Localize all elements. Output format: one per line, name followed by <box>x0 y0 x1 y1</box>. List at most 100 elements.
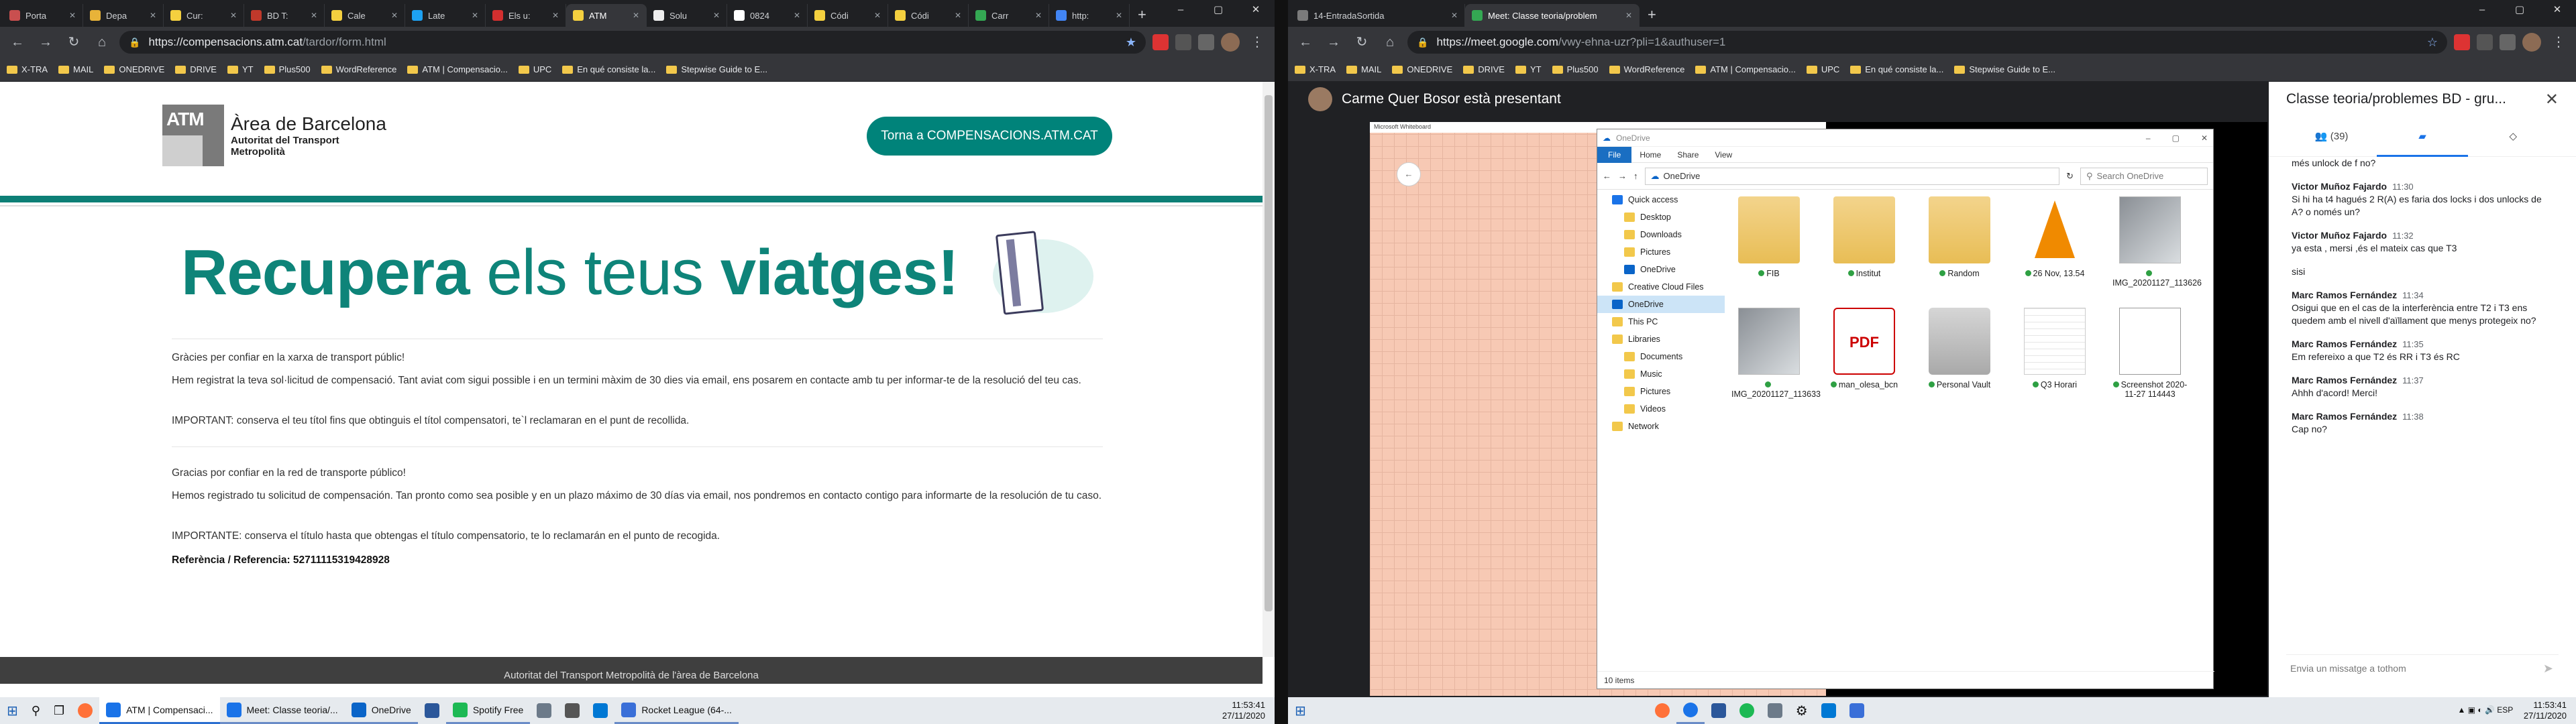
settings-button[interactable]: ⚙ <box>1789 697 1815 724</box>
maximize-icon[interactable]: ▢ <box>1199 0 1237 20</box>
taskbar-app-button[interactable] <box>418 697 446 724</box>
taskbar-app-button[interactable] <box>558 697 586 724</box>
extension-icon[interactable] <box>2454 34 2470 50</box>
bookmark-item[interactable]: DRIVE <box>1463 64 1505 74</box>
browser-tab[interactable]: Carr ✕ <box>969 4 1049 27</box>
bookmark-item[interactable]: En qué consiste la... <box>1850 64 1943 74</box>
send-icon[interactable]: ➤ <box>2543 655 2553 682</box>
reload-icon[interactable]: ↻ <box>1351 32 1373 53</box>
reload-icon[interactable]: ↻ <box>63 32 85 53</box>
close-icon[interactable]: ✕ <box>1625 11 1632 20</box>
address-bar[interactable]: 🔒 https://compensacions.atm.cat/tardor/f… <box>119 31 1146 54</box>
forward-icon[interactable]: → <box>1323 32 1344 53</box>
close-icon[interactable]: ✕ <box>552 11 559 20</box>
browser-tab[interactable]: Porta ✕ <box>3 4 83 27</box>
return-button[interactable]: Torna a COMPENSACIONS.ATM.CAT <box>867 117 1112 156</box>
system-tray[interactable]: ▲ ▣ ◐ 🔊 ESP <box>2458 705 2514 715</box>
tab-activities[interactable]: ◇ <box>2468 117 2559 157</box>
bookmark-item[interactable]: ATM | Compensacio... <box>1695 64 1796 74</box>
browser-tab[interactable]: Els u: ✕ <box>486 4 566 27</box>
close-icon[interactable]: ✕ <box>1451 11 1458 20</box>
bookmark-item[interactable]: YT <box>1515 64 1542 74</box>
extension-icon[interactable] <box>1175 34 1191 50</box>
taskbar-app-button[interactable]: Spotify Free <box>445 697 531 724</box>
avatar[interactable] <box>1221 33 1240 52</box>
close-icon[interactable]: ✕ <box>633 11 639 20</box>
firefox-button[interactable] <box>71 697 99 724</box>
extension-icon[interactable] <box>1198 34 1214 50</box>
spotify-button[interactable] <box>1733 697 1761 724</box>
vscode-button[interactable] <box>1815 697 1843 724</box>
bookmark-item[interactable]: ONEDRIVE <box>104 64 164 74</box>
browser-tab[interactable]: Depa ✕ <box>83 4 164 27</box>
minimize-icon[interactable]: – <box>1162 0 1199 20</box>
taskbar-app-button[interactable] <box>530 697 558 724</box>
bookmark-item[interactable]: MAIL <box>58 64 93 74</box>
close-icon[interactable]: ✕ <box>874 11 881 20</box>
address-bar[interactable]: 🔒 https://meet.google.com/vwy-ehna-uzr?p… <box>1407 31 2447 54</box>
clock[interactable]: 11:53:41 27/11/2020 <box>1222 700 1275 721</box>
clock[interactable]: ▲ ▣ ◐ 🔊 ESP 11:53:41 27/11/2020 <box>2458 700 2576 721</box>
bookmark-item[interactable]: Stepwise Guide to E... <box>666 64 767 74</box>
word-button[interactable] <box>1705 697 1733 724</box>
close-icon[interactable]: ✕ <box>391 11 398 20</box>
taskbar-app-button[interactable]: Rocket League (64-... <box>614 697 739 724</box>
taskbar-app-button[interactable]: Meet: Classe teoria/... <box>219 697 345 724</box>
bookmark-item[interactable]: UPC <box>518 64 551 74</box>
taskbar-app-button[interactable]: OneDrive <box>344 697 418 724</box>
forward-icon[interactable]: → <box>35 32 56 53</box>
close-icon[interactable]: ✕ <box>713 11 720 20</box>
browser-tab[interactable]: 0824 ✕ <box>727 4 808 27</box>
bookmark-item[interactable]: WordReference <box>321 64 396 74</box>
bookmark-item[interactable]: Plus500 <box>264 64 311 74</box>
browser-tab[interactable]: 14-EntradaSortida ✕ <box>1291 4 1465 27</box>
bookmark-item[interactable]: MAIL <box>1346 64 1381 74</box>
bookmark-item[interactable]: X-TRA <box>1295 64 1336 74</box>
home-icon[interactable]: ⌂ <box>1379 32 1401 53</box>
bookmark-item[interactable]: Plus500 <box>1552 64 1599 74</box>
minimize-icon[interactable]: – <box>2463 0 2501 20</box>
edge-button[interactable] <box>1676 697 1705 724</box>
bookmark-item[interactable]: X-TRA <box>7 64 48 74</box>
close-icon[interactable]: ✕ <box>311 11 317 20</box>
extension-icon[interactable] <box>2477 34 2493 50</box>
close-icon[interactable]: ✕ <box>794 11 800 20</box>
taskbar-app-button[interactable]: ATM | Compensaci... <box>99 697 220 724</box>
browser-tab[interactable]: Códi ✕ <box>808 4 888 27</box>
chat-input[interactable]: Envia un missatge a tothom ➤ <box>2286 654 2559 677</box>
bookmark-item[interactable]: YT <box>227 64 254 74</box>
close-icon[interactable]: ✕ <box>150 11 156 20</box>
bookmark-item[interactable]: ONEDRIVE <box>1392 64 1452 74</box>
new-tab-button[interactable]: + <box>1130 4 1155 27</box>
new-tab-button[interactable]: + <box>1640 4 1664 27</box>
browser-tab[interactable]: ATM ✕ <box>566 4 647 27</box>
bookmark-item[interactable]: En qué consiste la... <box>562 64 655 74</box>
close-icon[interactable]: ✕ <box>1035 11 1042 20</box>
close-icon[interactable]: ✕ <box>230 11 237 20</box>
tab-chat[interactable]: ▰ <box>2377 117 2468 157</box>
extension-icon[interactable] <box>1152 34 1169 50</box>
close-icon[interactable]: ✕ <box>1237 0 1275 20</box>
browser-tab[interactable]: http: ✕ <box>1049 4 1130 27</box>
extension-icon[interactable] <box>2500 34 2516 50</box>
menu-icon[interactable]: ⋮ <box>1246 32 1268 53</box>
browser-tab[interactable]: Late ✕ <box>405 4 486 27</box>
close-icon[interactable]: ✕ <box>69 11 76 20</box>
close-icon[interactable]: ✕ <box>2545 90 2559 109</box>
bookmark-item[interactable]: ATM | Compensacio... <box>407 64 508 74</box>
avatar[interactable] <box>2522 33 2541 52</box>
browser-tab[interactable]: Cur: ✕ <box>164 4 244 27</box>
start-button[interactable]: ⊞ <box>0 697 25 724</box>
firefox-button[interactable] <box>1648 697 1676 724</box>
back-icon[interactable]: ← <box>1295 32 1316 53</box>
close-icon[interactable]: ✕ <box>472 11 478 20</box>
tab-participants[interactable]: 👥 (39) <box>2286 117 2377 157</box>
bookmark-item[interactable]: UPC <box>1806 64 1839 74</box>
browser-tab[interactable]: Códi ✕ <box>888 4 969 27</box>
bookmark-star-icon[interactable]: ★ <box>1126 36 1136 50</box>
menu-icon[interactable]: ⋮ <box>2548 32 2569 53</box>
bookmark-item[interactable]: DRIVE <box>175 64 217 74</box>
home-icon[interactable]: ⌂ <box>91 32 113 53</box>
browser-tab[interactable]: Meet: Classe teoria/problem ✕ <box>1465 4 1640 27</box>
taskbar-app-button[interactable] <box>586 697 614 724</box>
